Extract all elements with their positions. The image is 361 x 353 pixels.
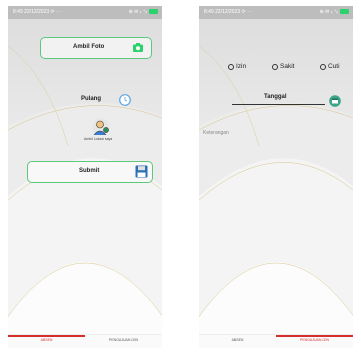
tab-absen[interactable]: ABSEN <box>199 338 276 342</box>
clock-icon[interactable] <box>119 93 131 111</box>
tanggal-field[interactable]: Tanggal <box>232 94 325 105</box>
status-bar: 8:49 22/12/2023 ⟳ ⋯ ⊛ ✉ ᵢₗ ⁺ᵢₗ <box>199 6 353 19</box>
radio-izin-label: Izin <box>236 63 247 70</box>
ambil-foto-button[interactable]: Ambil Foto <box>40 37 152 59</box>
calendar-icon[interactable] <box>329 94 341 112</box>
radio-circle-icon <box>272 63 278 70</box>
submit-label: Submit <box>79 168 100 174</box>
radio-cuti[interactable]: Cuti <box>320 63 340 70</box>
save-icon <box>135 165 148 180</box>
radio-sakit-label: Sakit <box>280 63 295 70</box>
status-icons-text: ⊛ ✉ ᵢₗ ⁺ᵢₗ <box>128 9 147 15</box>
radio-sakit[interactable]: Sakit <box>272 63 294 70</box>
pulang-label: Pulang <box>81 96 102 102</box>
phone-screen-pengajuan-izin: 8:49 22/12/2023 ⟳ ⋯ ⊛ ✉ ᵢₗ ⁺ᵢₗ Izin Saki… <box>199 6 353 348</box>
bottom-navigation: ABSEN PENGAJUAN IZIN <box>199 334 353 348</box>
status-bar: 8:49 22/12/2023 ⟳ ⋯ ⊛ ✉ ᵢₗ ⁺ᵢₗ <box>8 6 162 19</box>
radio-cuti-label: Cuti <box>328 63 340 70</box>
battery-icon <box>149 9 158 15</box>
active-tab-indicator <box>8 335 85 337</box>
keterangan-field[interactable]: Keterangan <box>203 130 229 136</box>
radio-circle-icon <box>228 63 234 70</box>
radio-circle-icon <box>320 63 326 70</box>
tab-pengajuan-izin[interactable]: PENGAJUAN IZIN <box>85 338 162 342</box>
tab-absen[interactable]: ABSEN <box>8 338 85 342</box>
status-time: 8:49 22/12/2023 ⟳ ⋯ <box>13 9 62 15</box>
status-icons-text: ⊛ ✉ ᵢₗ ⁺ᵢₗ <box>319 9 338 15</box>
bottom-navigation: ABSEN PENGAJUAN IZIN <box>8 334 162 348</box>
status-time: 8:49 22/12/2023 ⟳ ⋯ <box>204 9 253 15</box>
status-icons: ⊛ ✉ ᵢₗ ⁺ᵢₗ <box>129 6 158 19</box>
radio-izin[interactable]: Izin <box>228 63 246 70</box>
status-icons: ⊛ ✉ ᵢₗ ⁺ᵢₗ <box>320 6 349 19</box>
ambil-foto-label: Ambil Foto <box>73 44 105 50</box>
location-label: Ambil Lokasi saya <box>84 137 113 141</box>
camera-icon <box>133 43 143 54</box>
tab-pengajuan-izin[interactable]: PENGAJUAN IZIN <box>276 338 353 342</box>
active-tab-indicator <box>276 335 353 337</box>
tanggal-label: Tanggal <box>264 94 287 100</box>
phone-screen-absen: 8:49 22/12/2023 ⟳ ⋯ ⊛ ✉ ᵢₗ ⁺ᵢₗ Ambil Fot… <box>8 6 162 348</box>
submit-button[interactable]: Submit <box>27 161 153 183</box>
battery-icon <box>340 9 349 15</box>
